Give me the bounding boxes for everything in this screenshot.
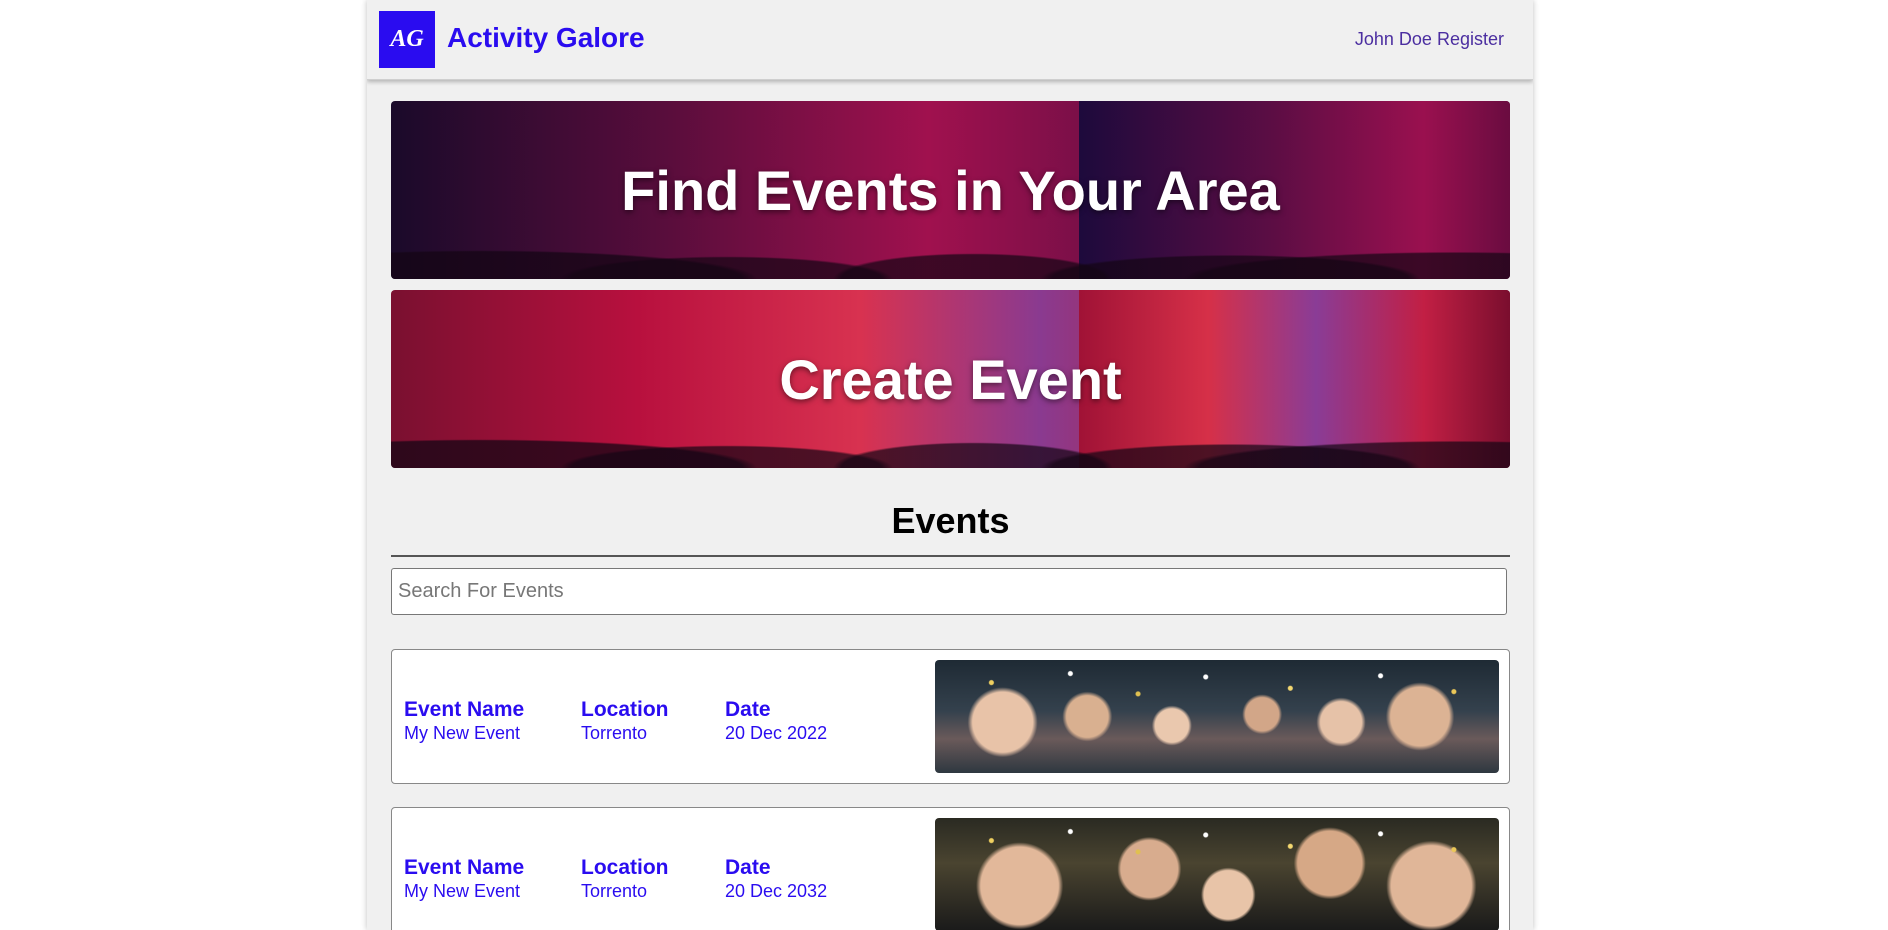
find-events-banner[interactable]: Find Events in Your Area: [391, 101, 1510, 279]
event-date-header: Date: [725, 856, 771, 879]
event-date-column: Date 20 Dec 2032: [725, 856, 827, 902]
event-date-header: Date: [725, 698, 771, 721]
event-card[interactable]: Event Name My New Event Location Torrent…: [391, 649, 1510, 784]
navbar: AG Activity Galore John Doe Register: [367, 0, 1533, 80]
event-name-header: Event Name: [404, 856, 525, 879]
page-container: AG Activity Galore John Doe Register Fin…: [367, 0, 1533, 930]
event-location-column: Location Torrento: [581, 698, 669, 744]
event-card[interactable]: Event Name My New Event Location Torrent…: [391, 807, 1510, 930]
logo-text: AG: [390, 26, 424, 52]
event-date-value: 20 Dec 2032: [725, 881, 828, 901]
nav-links: John Doe Register: [1355, 29, 1504, 50]
event-location-column: Location Torrento: [581, 856, 669, 902]
create-event-banner[interactable]: Create Event: [391, 290, 1510, 468]
event-name-column: Event Name My New Event: [404, 856, 524, 902]
find-events-label: Find Events in Your Area: [621, 158, 1280, 222]
user-name-link[interactable]: John Doe: [1355, 29, 1432, 49]
event-date-column: Date 20 Dec 2022: [725, 698, 827, 744]
event-location-value: Torrento: [581, 881, 648, 901]
register-link[interactable]: Register: [1437, 29, 1504, 49]
event-date-value: 20 Dec 2022: [725, 723, 828, 743]
logo-icon[interactable]: AG: [379, 11, 435, 68]
events-heading: Events: [891, 500, 1010, 541]
event-location-header: Location: [581, 698, 669, 721]
heading-divider: [391, 555, 1510, 557]
create-event-label: Create Event: [779, 347, 1122, 411]
event-name-header: Event Name: [404, 698, 525, 721]
event-location-value: Torrento: [581, 723, 648, 743]
event-location-header: Location: [581, 856, 669, 879]
event-name-value: My New Event: [404, 723, 521, 743]
event-image: [935, 660, 1499, 773]
event-name-column: Event Name My New Event: [404, 698, 524, 744]
confetti-overlay: [935, 660, 1499, 773]
brand-title[interactable]: Activity Galore: [447, 22, 645, 54]
search-input[interactable]: [391, 568, 1507, 615]
confetti-overlay: [935, 818, 1499, 930]
event-name-value: My New Event: [404, 881, 521, 901]
event-image: [935, 818, 1499, 930]
